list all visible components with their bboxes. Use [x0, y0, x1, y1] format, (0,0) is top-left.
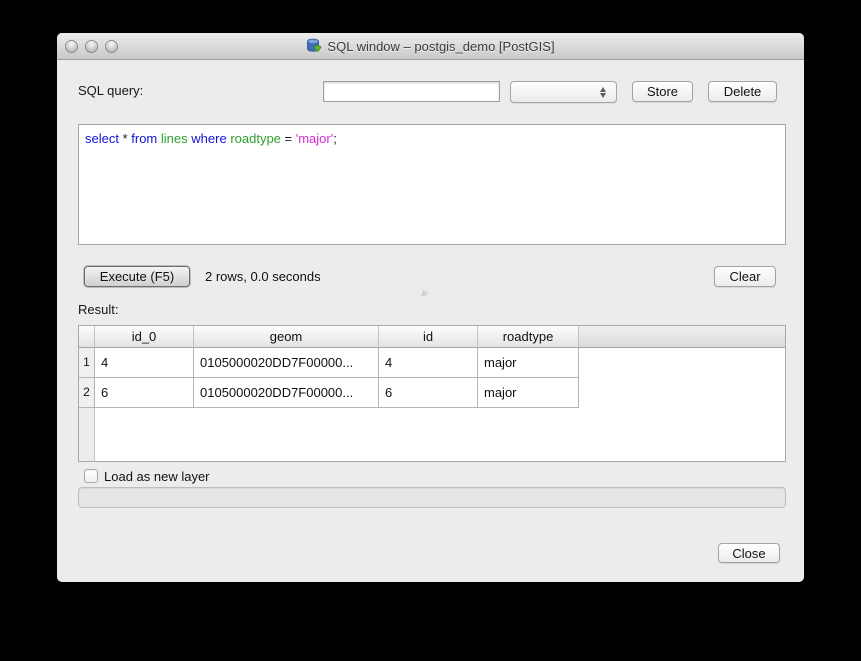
stepper-arrows-icon — [600, 86, 607, 99]
sql-token-string: 'major' — [296, 131, 333, 146]
query-status-text: 2 rows, 0.0 seconds — [205, 269, 321, 284]
table-cell[interactable]: 6 — [379, 378, 478, 408]
sql-window: SQL window – postgis_demo [PostGIS] SQL … — [57, 33, 804, 582]
table-header-row: id_0geomidroadtype — [79, 326, 785, 348]
sql-token-plain: = — [281, 131, 296, 146]
column-header-id[interactable]: id — [379, 326, 478, 348]
sql-token-keyword: where — [191, 131, 226, 146]
store-button[interactable]: Store — [632, 81, 693, 102]
table-row[interactable]: 260105000020DD7F00000...6major — [79, 378, 785, 408]
layer-name-input — [78, 487, 786, 508]
result-table[interactable]: id_0geomidroadtype 140105000020DD7F00000… — [78, 325, 786, 462]
table-row[interactable]: 140105000020DD7F00000...4major — [79, 348, 785, 378]
table-cell[interactable]: 4 — [95, 348, 194, 378]
table-cell[interactable]: 0105000020DD7F00000... — [194, 348, 379, 378]
table-cell[interactable]: 6 — [95, 378, 194, 408]
row-number-header[interactable]: 1 — [79, 348, 95, 378]
header-filler — [579, 326, 785, 348]
load-layer-label: Load as new layer — [104, 469, 210, 484]
titlebar[interactable]: SQL window – postgis_demo [PostGIS] — [57, 33, 804, 60]
sql-query-label: SQL query: — [78, 83, 143, 98]
result-label: Result: — [78, 302, 118, 317]
load-layer-checkbox[interactable] — [84, 469, 98, 483]
sql-editor[interactable]: select * from lines where roadtype = 'ma… — [78, 124, 786, 245]
sql-query-text: select * from lines where roadtype = 'ma… — [79, 125, 785, 146]
clear-button[interactable]: Clear — [714, 266, 776, 287]
column-header-geom[interactable]: geom — [194, 326, 379, 348]
sql-token-identifier: lines — [161, 131, 188, 146]
row-number-header[interactable]: 2 — [79, 378, 95, 408]
mouse-cursor — [421, 289, 429, 296]
table-cell[interactable]: 4 — [379, 348, 478, 378]
window-title: SQL window – postgis_demo [PostGIS] — [327, 39, 554, 54]
column-header-id_0[interactable]: id_0 — [95, 326, 194, 348]
zoom-window-button[interactable] — [105, 40, 118, 53]
execute-button[interactable]: Execute (F5) — [84, 266, 190, 287]
row-header-strip — [79, 408, 95, 461]
table-cell[interactable]: 0105000020DD7F00000... — [194, 378, 379, 408]
sql-token-plain: ; — [333, 131, 337, 146]
table-cell[interactable]: major — [478, 378, 579, 408]
close-button[interactable]: Close — [718, 543, 780, 563]
minimize-window-button[interactable] — [85, 40, 98, 53]
sql-token-keyword: from — [131, 131, 157, 146]
traffic-lights — [65, 40, 118, 53]
sql-token-identifier: roadtype — [230, 131, 281, 146]
table-corner-header[interactable] — [79, 326, 95, 348]
column-header-roadtype[interactable]: roadtype — [478, 326, 579, 348]
query-name-input[interactable] — [323, 81, 500, 102]
table-cell[interactable]: major — [478, 348, 579, 378]
close-window-button[interactable] — [65, 40, 78, 53]
database-icon — [306, 38, 322, 54]
table-body: 140105000020DD7F00000...4major2601050000… — [79, 348, 785, 408]
sql-token-plain: * — [119, 131, 131, 146]
stored-query-select[interactable] — [510, 81, 617, 103]
delete-button[interactable]: Delete — [708, 81, 777, 102]
sql-token-keyword: select — [85, 131, 119, 146]
